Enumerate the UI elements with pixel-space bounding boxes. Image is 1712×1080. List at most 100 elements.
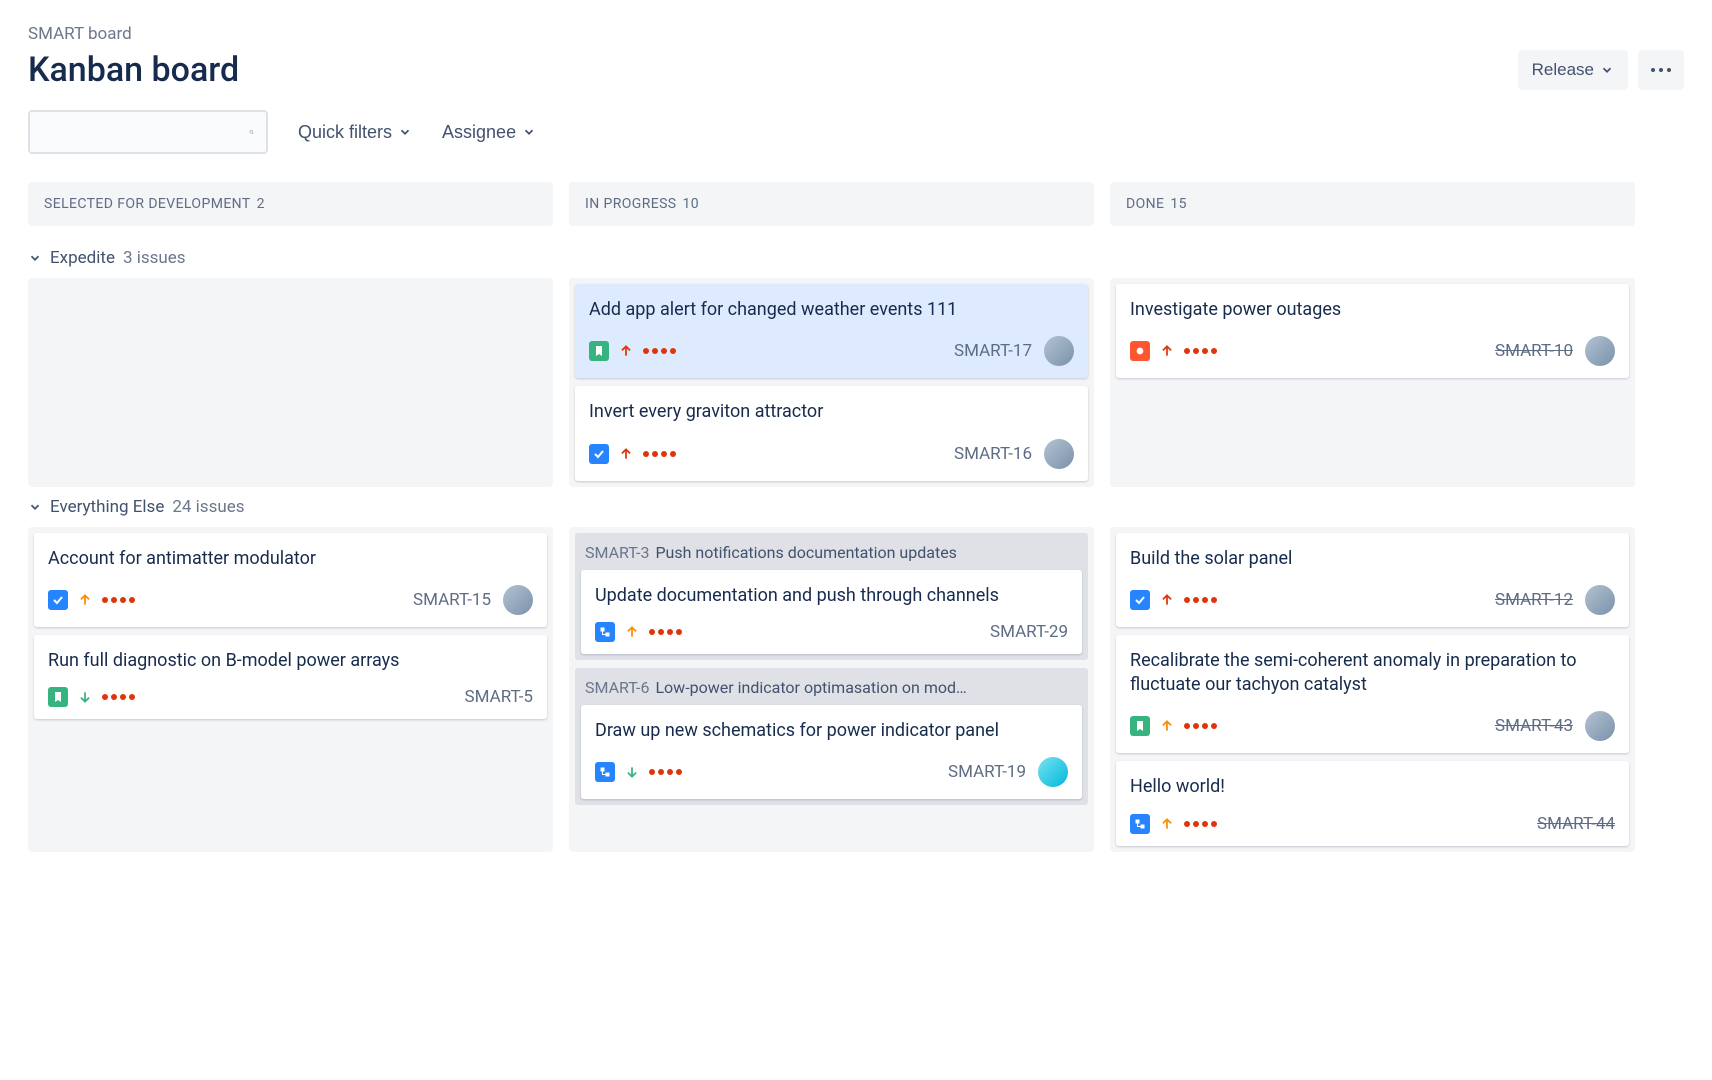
issue-key[interactable]: SMART-10 [1495,341,1573,361]
issue-type-sub-icon [595,762,615,782]
swimlane-count: 24 issues [172,497,244,517]
issue-type-story-icon [589,341,609,361]
issue-type-task-icon [1130,590,1150,610]
column-header[interactable]: In Progress 10 [569,182,1094,226]
priority-icon [78,593,92,607]
column-header[interactable]: Selected for Development 2 [28,182,553,226]
issue-key[interactable]: SMART-29 [990,622,1068,642]
issue-card[interactable]: Draw up new schematics for power indicat… [581,705,1082,799]
card-footer: SMART-10 [1130,336,1615,366]
issue-key[interactable]: SMART-43 [1495,716,1573,736]
issue-card[interactable]: Add app alert for changed weather events… [575,284,1088,378]
issue-title: Investigate power outages [1130,298,1615,322]
quick-filters-label: Quick filters [298,122,392,143]
issue-type-sub-icon [595,622,615,642]
dots-indicator [649,769,682,775]
card-footer: SMART-5 [48,687,533,707]
issue-title: Invert every graviton attractor [589,400,1074,424]
priority-icon [78,690,92,704]
breadcrumb[interactable]: SMART board [28,24,1684,44]
lane-cell[interactable]: SMART-3 Push notifications documentation… [569,527,1094,852]
issue-key[interactable]: SMART-16 [954,444,1032,464]
filters-row: Quick filters Assignee [28,110,1684,154]
lane-cell[interactable]: Build the solar panel SMART-12 Recalibra… [1110,527,1635,852]
issue-title: Hello world! [1130,775,1615,799]
issue-key[interactable]: SMART-12 [1495,590,1573,610]
assignee-avatar[interactable] [1585,336,1615,366]
column-label: Done [1126,196,1164,212]
card-footer: SMART-12 [1130,585,1615,615]
parent-key: SMART-6 [585,678,649,697]
assignee-avatar[interactable] [1044,439,1074,469]
issue-title: Add app alert for changed weather events… [589,298,1074,322]
card-footer: SMART-16 [589,439,1074,469]
swimlane-header[interactable]: Everything Else 24 issues [28,497,1684,517]
lane-cell[interactable]: Investigate power outages SMART-10 [1110,278,1635,487]
column-header[interactable]: Done 15 [1110,182,1635,226]
parent-title: Low-power indicator optimasation on mod… [655,678,966,697]
card-footer: SMART-44 [1130,814,1615,834]
issue-type-task-icon [589,444,609,464]
issue-key[interactable]: SMART-17 [954,341,1032,361]
swimlane-count: 3 issues [123,248,186,268]
issue-key[interactable]: SMART-19 [948,762,1026,782]
issue-card[interactable]: Investigate power outages SMART-10 [1116,284,1629,378]
dots-indicator [1184,348,1217,354]
priority-icon [619,447,633,461]
assignee-avatar[interactable] [1044,336,1074,366]
search-box[interactable] [28,110,268,154]
chevron-down-icon [522,125,536,139]
issue-card[interactable]: Account for antimatter modulator SMART-1… [34,533,547,627]
page-title: Kanban board [28,50,239,90]
chevron-down-icon [1600,63,1614,77]
issue-key[interactable]: SMART-44 [1537,814,1615,834]
issue-type-task-icon [48,590,68,610]
chevron-down-icon [398,125,412,139]
search-icon [249,123,254,141]
issue-title: Update documentation and push through ch… [595,584,1068,608]
assignee-avatar[interactable] [1038,757,1068,787]
priority-icon [1160,817,1174,831]
issue-card[interactable]: Run full diagnostic on B-model power arr… [34,635,547,719]
assignee-avatar[interactable] [1585,711,1615,741]
assignee-button[interactable]: Assignee [442,122,536,143]
issue-card[interactable]: Recalibrate the semi-coherent anomaly in… [1116,635,1629,754]
release-button[interactable]: Release [1518,50,1628,90]
quick-filters-button[interactable]: Quick filters [298,122,412,143]
priority-icon [619,344,633,358]
issue-card[interactable]: Hello world! SMART-44 [1116,761,1629,845]
column-headers: Selected for Development 2 In Progress 10… [28,182,1684,238]
issue-title: Account for antimatter modulator [48,547,533,571]
assignee-avatar[interactable] [503,585,533,615]
issue-title: Recalibrate the semi-coherent anomaly in… [1130,649,1615,698]
issue-card[interactable]: Update documentation and push through ch… [581,570,1082,654]
subtask-parent[interactable]: SMART-6 Low-power indicator optimasation… [575,668,1088,705]
swimlane-row: Account for antimatter modulator SMART-1… [28,527,1684,852]
search-input[interactable] [42,123,249,141]
chevron-down-icon [28,500,42,514]
issue-title: Draw up new schematics for power indicat… [595,719,1068,743]
issue-type-bug-icon [1130,341,1150,361]
subtask-parent[interactable]: SMART-3 Push notifications documentation… [575,533,1088,570]
release-label: Release [1532,60,1594,80]
lane-cell[interactable]: Add app alert for changed weather events… [569,278,1094,487]
dots-indicator [649,629,682,635]
lane-cell[interactable] [28,278,553,487]
issue-key[interactable]: SMART-5 [465,687,533,707]
issue-card[interactable]: Build the solar panel SMART-12 [1116,533,1629,627]
subtask-group: SMART-3 Push notifications documentation… [575,533,1088,660]
assignee-avatar[interactable] [1585,585,1615,615]
column-count: 10 [683,196,700,212]
issue-key[interactable]: SMART-15 [413,590,491,610]
swimlane-name: Everything Else [50,497,164,517]
more-button[interactable] [1638,50,1684,90]
priority-icon [625,625,639,639]
header-row: Kanban board Release [28,50,1684,90]
chevron-down-icon [28,251,42,265]
swimlane-header[interactable]: Expedite 3 issues [28,248,1684,268]
card-footer: SMART-29 [595,622,1068,642]
lane-cell[interactable]: Account for antimatter modulator SMART-1… [28,527,553,852]
issue-type-story-icon [1130,716,1150,736]
issue-type-sub-icon [1130,814,1150,834]
issue-card[interactable]: Invert every graviton attractor SMART-16 [575,386,1088,480]
